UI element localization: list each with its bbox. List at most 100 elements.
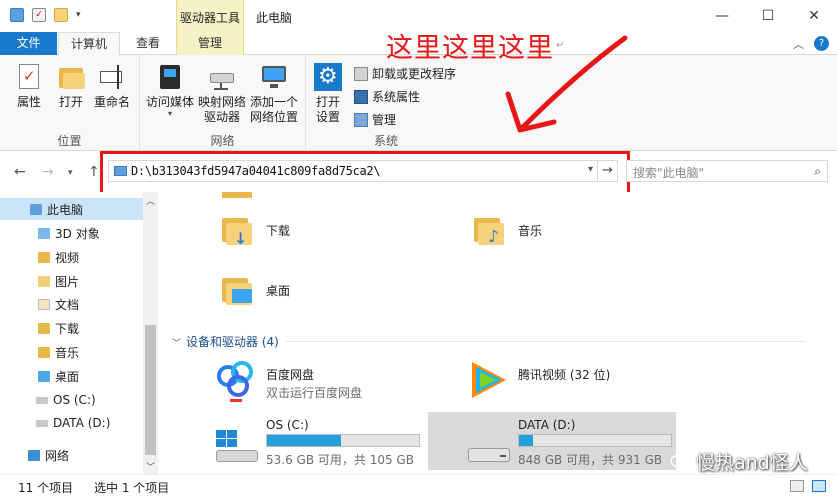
computer-icon — [30, 203, 42, 215]
sidebar-item-network[interactable]: 网络 — [28, 445, 69, 465]
drive-tools-label: 驱动器工具 — [180, 11, 241, 25]
minimize-button[interactable]: — — [699, 0, 745, 32]
folder-label-desktop[interactable]: 桌面 — [266, 282, 290, 299]
device-label-os-c[interactable]: OS (C:) — [266, 418, 309, 432]
chevron-down-icon: ﹀ — [172, 339, 182, 349]
open-settings-button[interactable]: ⚙ 打开 设置 — [310, 59, 346, 125]
sidebar-item-data-d[interactable]: DATA (D:) — [36, 413, 110, 433]
sidebar-item-downloads[interactable]: 下载 — [38, 318, 79, 338]
drive-c-usage-bar — [266, 434, 420, 447]
section-divider — [286, 341, 806, 342]
recent-dropdown-icon[interactable]: ▾ — [68, 168, 73, 178]
drive-c-usage-fill — [267, 435, 342, 446]
manage-button[interactable]: 管理 — [354, 111, 396, 128]
rename-icon — [98, 63, 126, 91]
group-location-label: 位置 — [57, 134, 82, 148]
baidu-netdisk-icon[interactable] — [214, 358, 258, 404]
network-icon — [28, 449, 40, 461]
documents-folder-icon — [38, 298, 50, 310]
map-drive-button[interactable]: 映射网络 驱动器 — [196, 59, 248, 125]
up-arrow-icon[interactable]: ↑ — [88, 164, 100, 180]
open-button[interactable]: 打开 — [54, 59, 88, 110]
group-system-label: 系统 — [373, 134, 398, 148]
access-media-button[interactable]: 访问媒体 ▾ — [144, 59, 196, 118]
downloads-folder-icon — [38, 322, 50, 334]
window-controls: — ☐ ✕ — [699, 0, 837, 32]
tencent-video-icon[interactable] — [466, 358, 510, 402]
search-icon[interactable]: ⌕ — [814, 164, 821, 179]
window-title: 此电脑 — [256, 11, 293, 25]
sidebar-item-documents[interactable]: 文档 — [38, 294, 79, 314]
properties-button[interactable]: ✓ 属性 — [12, 59, 46, 110]
downloads-folder-icon[interactable]: ↓ — [222, 215, 252, 248]
uninstall-icon — [354, 66, 368, 81]
sidebar-item-music[interactable]: 音乐 — [38, 342, 79, 362]
group-system: ⚙ 打开 设置 卸载或更改程序 系统属性 管理 系统 — [306, 55, 466, 151]
manage-icon — [354, 112, 368, 127]
device-label-data-d[interactable]: DATA (D:) — [518, 418, 575, 432]
desktop-folder-icon — [38, 370, 50, 382]
ribbon-collapse-icon[interactable]: ︿ — [793, 36, 804, 52]
group-network-label: 网络 — [210, 134, 235, 148]
help-icon[interactable]: ? — [814, 36, 829, 51]
media-icon — [156, 63, 184, 91]
back-arrow-icon[interactable]: ← — [14, 164, 26, 180]
sidebar-item-this-pc[interactable]: 此电脑 — [30, 199, 83, 219]
tab-file[interactable]: 文件 — [0, 32, 57, 55]
device-label-baidu[interactable]: 百度网盘 — [266, 366, 314, 383]
device-sub-data-d: 848 GB 可用，共 931 GB — [518, 453, 663, 467]
status-selected: 选中 1 个项目 — [94, 481, 170, 495]
sidebar-item-videos[interactable]: 视频 — [38, 247, 79, 267]
sidebar-item-3d-objects[interactable]: 3D 对象 — [38, 223, 100, 243]
drive-d-big-icon[interactable] — [466, 440, 514, 466]
drive-d-usage-bar — [518, 434, 672, 447]
folder-label-downloads[interactable]: 下载 — [266, 222, 290, 239]
ribbon-controls: ︿ ? — [793, 36, 829, 52]
scroll-down-icon[interactable]: ﹀ — [143, 460, 158, 473]
devices-section-header[interactable]: ﹀ 设备和驱动器 (4) — [172, 333, 279, 350]
details-view-icon[interactable] — [790, 480, 804, 492]
folder-label-music[interactable]: 音乐 — [518, 222, 542, 239]
nav-scrollbar-thumb[interactable] — [145, 325, 156, 455]
tab-manage[interactable]: 管理 — [176, 32, 244, 56]
tiles-view-icon[interactable] — [812, 480, 826, 492]
sidebar-item-pictures[interactable]: 图片 — [38, 271, 79, 291]
new-folder-icon[interactable] — [54, 8, 68, 22]
tencent-video-logo — [472, 362, 506, 398]
add-network-location-button[interactable]: 添加一个 网络位置 — [248, 59, 300, 125]
annotation-arrow — [505, 35, 628, 133]
watermark-text: 慢热and怪人 — [696, 452, 808, 474]
properties-check-icon[interactable]: ✓ — [32, 8, 46, 22]
scroll-up-icon[interactable]: ︿ — [143, 194, 158, 207]
music-folder-icon[interactable]: ♪ — [474, 215, 504, 247]
folder-small-icon[interactable] — [10, 8, 24, 22]
device-sub-baidu: 双击运行百度网盘 — [266, 386, 363, 400]
annotation-arrow-head — [505, 91, 557, 133]
status-bar: 11 个项目 选中 1 个项目 — [0, 474, 837, 497]
device-label-tencent[interactable]: 腾讯视频 (32 位) — [518, 366, 610, 383]
video-folder-icon — [38, 251, 50, 263]
gear-icon: ⚙ — [314, 63, 342, 91]
drive-c-big-icon[interactable] — [214, 430, 262, 466]
sidebar-item-os-c[interactable]: OS (C:) — [36, 390, 96, 410]
sidebar-item-desktop[interactable]: 桌面 — [38, 366, 79, 386]
partial-folder-top — [222, 192, 252, 198]
wechat-icon — [670, 454, 690, 470]
status-items-count: 11 个项目 — [18, 481, 74, 495]
system-properties-button[interactable]: 系统属性 — [354, 88, 420, 105]
maximize-button[interactable]: ☐ — [745, 0, 791, 32]
3d-objects-icon — [38, 227, 50, 239]
qat-dropdown-icon[interactable]: ▾ — [76, 10, 81, 20]
forward-arrow-icon[interactable]: → — [42, 164, 54, 180]
device-sub-os-c: 53.6 GB 可用，共 105 GB — [266, 453, 414, 467]
group-network: 访问媒体 ▾ 映射网络 驱动器 添加一个 网络位置 网络 — [140, 55, 306, 151]
desktop-folder-icon[interactable] — [222, 275, 252, 305]
close-button[interactable]: ✕ — [791, 0, 837, 32]
rename-button[interactable]: 重命名 — [92, 59, 132, 110]
tab-computer[interactable]: 计算机 — [58, 32, 120, 56]
search-input[interactable]: 搜索"此电脑" ⌕ — [626, 160, 828, 182]
tab-view[interactable]: 查看 — [124, 32, 172, 56]
drive-c-icon — [36, 396, 48, 404]
uninstall-programs-button[interactable]: 卸载或更改程序 — [354, 65, 456, 82]
system-properties-icon — [354, 89, 368, 104]
